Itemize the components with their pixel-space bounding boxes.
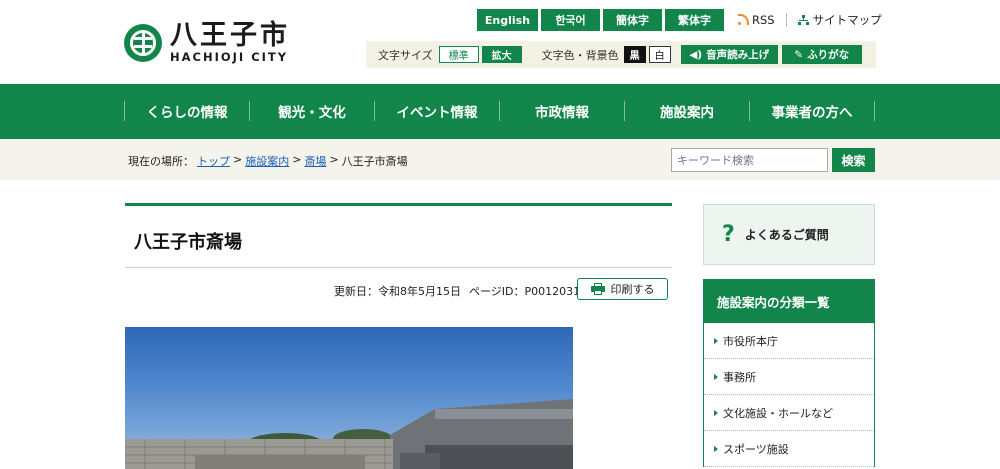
triangle-right-icon (714, 409, 718, 416)
category-item[interactable]: スポーツ施設 (704, 431, 874, 467)
text-size-standard-button[interactable]: 標準 (438, 46, 479, 63)
read-aloud-label: 音声読み上げ (706, 49, 770, 61)
print-label: 印刷する (610, 283, 655, 296)
speaker-icon: ◀) (689, 48, 703, 61)
nav-item-business[interactable]: 事業者の方へ (750, 101, 875, 121)
color-black-button[interactable]: 黒 (623, 46, 646, 63)
printer-icon (590, 283, 605, 295)
funeral-hall-photo (125, 327, 573, 469)
faq-label: よくあるご質問 (744, 228, 829, 242)
breadcrumb-link-top[interactable]: トップ (197, 153, 230, 169)
city-emblem-icon (124, 24, 162, 62)
question-icon: ? (722, 222, 735, 247)
triangle-right-icon (714, 337, 718, 344)
utility-links: RSS サイトマップ (738, 12, 882, 28)
sitemap-label: サイトマップ (812, 13, 882, 27)
breadcrumb: 現在の場所： トップ > 施設案内 > 斎場 > 八王子市斎場 (128, 153, 408, 169)
category-item[interactable]: 事務所 (704, 359, 874, 395)
breadcrumb-separator: > (292, 153, 302, 166)
lang-english-button[interactable]: English (477, 9, 538, 31)
category-label: 事務所 (723, 370, 756, 384)
lang-korean-button[interactable]: 한국어 (541, 9, 600, 31)
breadcrumb-separator: > (233, 153, 243, 166)
breadcrumb-separator: > (329, 153, 339, 166)
nav-item-living[interactable]: くらしの情報 (125, 101, 250, 121)
page-meta: 更新日：令和8年5月15日 ページID：P0012031 (334, 283, 580, 299)
page-id: ページID：P0012031 (469, 285, 581, 298)
pencil-icon: ✎ (794, 48, 804, 61)
site-logo[interactable]: 八王子市 HACHIOJI CITY (124, 22, 290, 64)
category-item[interactable]: 文化施設・ホールなど (704, 395, 874, 431)
page-title: 八王子市斎場 (134, 232, 242, 253)
rss-icon (738, 14, 749, 25)
category-label: 市役所本庁 (723, 334, 778, 348)
global-nav: くらしの情報 観光・文化 イベント情報 市政情報 施設案内 事業者の方へ (0, 84, 1000, 139)
category-label: 文化施設・ホールなど (723, 406, 833, 420)
category-heading: 施設案内の分類一覧 (703, 279, 875, 323)
furigana-button[interactable]: ✎ ふりがな (781, 45, 862, 64)
lang-simplified-chinese-button[interactable]: 簡体字 (603, 9, 662, 31)
lang-traditional-chinese-button[interactable]: 繁体字 (665, 9, 724, 31)
triangle-right-icon (714, 373, 718, 380)
search-input[interactable] (671, 148, 828, 172)
color-white-button[interactable]: 白 (648, 46, 671, 63)
sitemap-link[interactable]: サイトマップ (797, 12, 882, 28)
category-list: 市役所本庁 事務所 文化施設・ホールなど スポーツ施設 (703, 323, 875, 467)
logo-english-name: HACHIOJI CITY (170, 50, 289, 64)
sitemap-icon (797, 14, 809, 26)
triangle-right-icon (714, 445, 718, 452)
print-button[interactable]: 印刷する (577, 278, 668, 300)
search-button[interactable]: 検索 (832, 148, 875, 172)
category-item[interactable]: 市役所本庁 (704, 323, 874, 359)
breadcrumb-link-funeral-hall[interactable]: 斎場 (304, 153, 326, 169)
language-switcher: English 한국어 簡体字 繁体字 (477, 9, 724, 31)
faq-link[interactable]: ? よくあるご質問 (703, 204, 875, 265)
breadcrumb-current: 八王子市斎場 (341, 155, 408, 168)
breadcrumb-prefix: 現在の場所： (128, 155, 194, 168)
category-label: スポーツ施設 (723, 442, 789, 456)
title-top-rule (125, 203, 672, 206)
divider (785, 13, 787, 27)
furigana-label: ふりがな (807, 49, 850, 61)
text-size-large-button[interactable]: 拡大 (481, 46, 522, 63)
color-scheme-label: 文字色・背景色 (541, 48, 619, 62)
breadcrumb-link-facilities[interactable]: 施設案内 (245, 153, 289, 169)
logo-japanese-name: 八王子市 (170, 20, 290, 51)
nav-item-facilities[interactable]: 施設案内 (625, 101, 750, 121)
nav-item-city-admin[interactable]: 市政情報 (500, 101, 625, 121)
accessibility-toolbar: 文字サイズ 標準 拡大 文字色・背景色 黒 白 ◀) 音声読み上げ ✎ ふりがな (366, 41, 876, 68)
nav-item-tourism[interactable]: 観光・文化 (250, 101, 375, 121)
updated-date: 更新日：令和8年5月15日 (334, 285, 461, 298)
read-aloud-button[interactable]: ◀) 音声読み上げ (680, 45, 778, 64)
title-bottom-rule (125, 267, 672, 268)
nav-item-events[interactable]: イベント情報 (375, 101, 500, 121)
text-size-label: 文字サイズ (378, 48, 433, 62)
rss-label: RSS (752, 13, 775, 27)
building-illustration (125, 399, 573, 469)
rss-link[interactable]: RSS (738, 13, 775, 27)
breadcrumb-bar: 現在の場所： トップ > 施設案内 > 斎場 > 八王子市斎場 検索 (0, 139, 1000, 180)
